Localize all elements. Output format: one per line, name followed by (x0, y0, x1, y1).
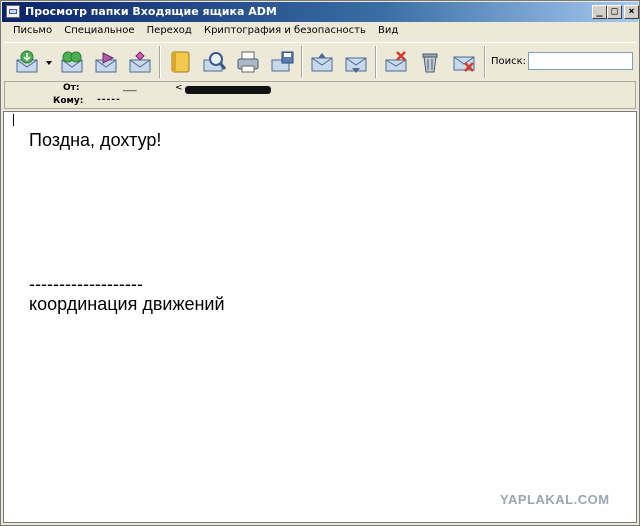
delete-message-button[interactable] (451, 49, 477, 75)
find-button[interactable] (201, 49, 227, 75)
message-line: Поздна, дохтур! (29, 130, 162, 150)
redaction-bar (185, 86, 271, 94)
print-button[interactable] (235, 49, 261, 75)
reply-all-icon (61, 51, 83, 73)
site-watermark: YAPLAKAL.COM (500, 492, 610, 507)
menu-bar: Письмо Специальное Переход Криптография … (9, 22, 403, 40)
magnifier-icon (203, 52, 227, 72)
save-button[interactable] (269, 49, 295, 75)
to-value[interactable]: ----- (97, 95, 121, 105)
menu-go[interactable]: Переход (143, 22, 197, 40)
previous-message-icon (311, 53, 333, 72)
menu-special[interactable]: Специальное (60, 22, 139, 40)
address-book-icon (171, 51, 190, 73)
message-header: От: ___ < Кому: ----- (4, 81, 636, 109)
signature-separator: ------------------- (29, 274, 143, 294)
delete-mail-icon (453, 56, 475, 72)
trash-icon (422, 53, 438, 73)
receive-mail-button[interactable] (14, 49, 40, 75)
spam-icon (385, 51, 407, 72)
message-body[interactable]: Поздна, дохтур! ------------------- коор… (3, 111, 637, 523)
receive-mail-icon (16, 50, 38, 73)
receive-dropdown-arrow-icon[interactable] (46, 61, 52, 65)
window-title: Просмотр папки Входящие ящика ADM (25, 5, 277, 18)
new-message-icon (129, 51, 151, 73)
next-message-button[interactable] (343, 49, 369, 75)
toolbar: Поиск: (4, 42, 636, 82)
from-email[interactable]: < (175, 83, 183, 93)
mail-folder-icon (6, 5, 20, 18)
address-book-button[interactable] (167, 49, 193, 75)
toolbar-separator (375, 46, 377, 78)
to-label: Кому: (53, 96, 84, 106)
text-cursor (13, 114, 14, 126)
signature-text: координация движений (29, 294, 225, 314)
maximize-button[interactable]: □ (607, 5, 622, 19)
menu-view[interactable]: Вид (374, 22, 403, 40)
save-icon (271, 51, 294, 72)
menu-letter[interactable]: Письмо (9, 22, 57, 40)
mark-spam-button[interactable] (383, 49, 409, 75)
previous-message-button[interactable] (309, 49, 335, 75)
new-message-button[interactable] (127, 49, 153, 75)
menu-crypto-security[interactable]: Криптография и безопасность (200, 22, 371, 40)
forward-button[interactable] (93, 49, 119, 75)
next-message-icon (345, 57, 367, 73)
delete-button[interactable] (417, 49, 443, 75)
mail-viewer-window: Просмотр папки Входящие ящика ADM _ □ × … (0, 0, 640, 526)
reply-all-button[interactable] (59, 49, 85, 75)
title-bar[interactable]: Просмотр папки Входящие ящика ADM _ □ × (2, 2, 639, 22)
forward-icon (95, 52, 117, 73)
toolbar-separator (159, 46, 161, 78)
from-label: От: (63, 83, 80, 93)
toolbar-separator (301, 46, 303, 78)
close-button[interactable]: × (624, 5, 639, 19)
search-input[interactable] (528, 52, 633, 70)
search-label: Поиск: (491, 56, 527, 67)
printer-icon (237, 51, 259, 73)
from-name[interactable]: ___ (123, 82, 137, 92)
minimize-button[interactable]: _ (592, 5, 607, 19)
toolbar-separator (484, 46, 486, 78)
